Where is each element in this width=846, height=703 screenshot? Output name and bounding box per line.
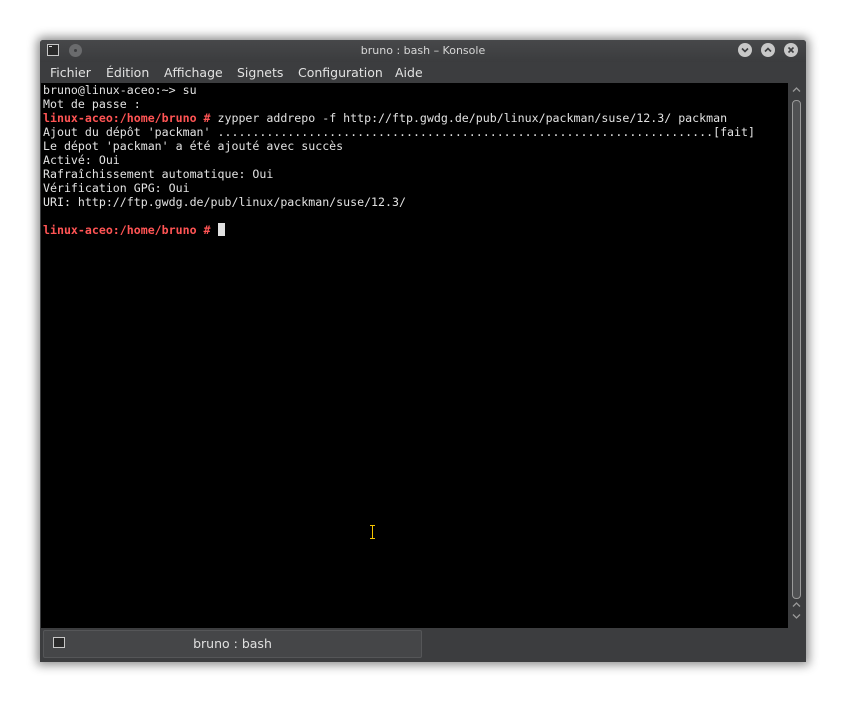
tab-bruno-bash[interactable]: bruno : bash — [43, 630, 422, 658]
terminal-line: linux-aceo:/home/bruno # — [43, 223, 225, 237]
terminal-line: Rafraîchissement automatique: Oui — [43, 167, 274, 181]
scrollbar-thumb[interactable] — [792, 100, 801, 599]
terminal-output[interactable]: bruno@linux-aceo:~> su Mot de passe : li… — [41, 83, 788, 628]
scroll-down-icon[interactable] — [792, 613, 801, 620]
tab-label: bruno : bash — [193, 636, 272, 651]
minimize-icon[interactable] — [738, 43, 752, 57]
menu-bar: Fichier Édition Affichage Signets Config… — [40, 62, 806, 83]
terminal-line: Activé: Oui — [43, 153, 120, 167]
ibeam-cursor-icon — [370, 525, 375, 539]
menu-aide[interactable]: Aide — [395, 65, 423, 80]
menu-edition[interactable]: Édition — [106, 65, 149, 80]
terminal-line: Vérification GPG: Oui — [43, 181, 190, 195]
menu-fichier[interactable]: Fichier — [50, 65, 91, 80]
terminal-scrollbar[interactable] — [789, 83, 804, 628]
tab-bar: bruno : bash — [40, 628, 806, 662]
scroll-up-icon[interactable] — [792, 86, 801, 93]
terminal-line: URI: http://ftp.gwdg.de/pub/linux/packma… — [43, 195, 406, 209]
maximize-icon[interactable] — [761, 43, 775, 57]
menu-configuration[interactable]: Configuration — [298, 65, 383, 80]
terminal-line: Le dépot 'packman' a été ajouté avec suc… — [43, 139, 344, 153]
title-bar[interactable]: bruno : bash – Konsole — [40, 40, 806, 62]
terminal-line: bruno@linux-aceo:~> su — [43, 83, 197, 97]
root-prompt: linux-aceo:/home/bruno # — [43, 111, 211, 125]
root-prompt: linux-aceo:/home/bruno # — [43, 223, 211, 237]
terminal-line: Mot de passe : — [43, 97, 141, 111]
close-icon[interactable] — [784, 43, 798, 57]
terminal-line: Ajout du dépôt 'packman' ...............… — [43, 125, 755, 139]
terminal-line: linux-aceo:/home/bruno # zypper addrepo … — [43, 111, 728, 125]
text-cursor — [217, 223, 225, 236]
scroll-up-icon[interactable] — [792, 601, 801, 608]
konsole-window: bruno : bash – Konsole Fichier Édition A… — [40, 40, 806, 662]
menu-affichage[interactable]: Affichage — [164, 65, 223, 80]
window-title: bruno : bash – Konsole — [360, 44, 486, 57]
menu-signets[interactable]: Signets — [237, 65, 283, 80]
